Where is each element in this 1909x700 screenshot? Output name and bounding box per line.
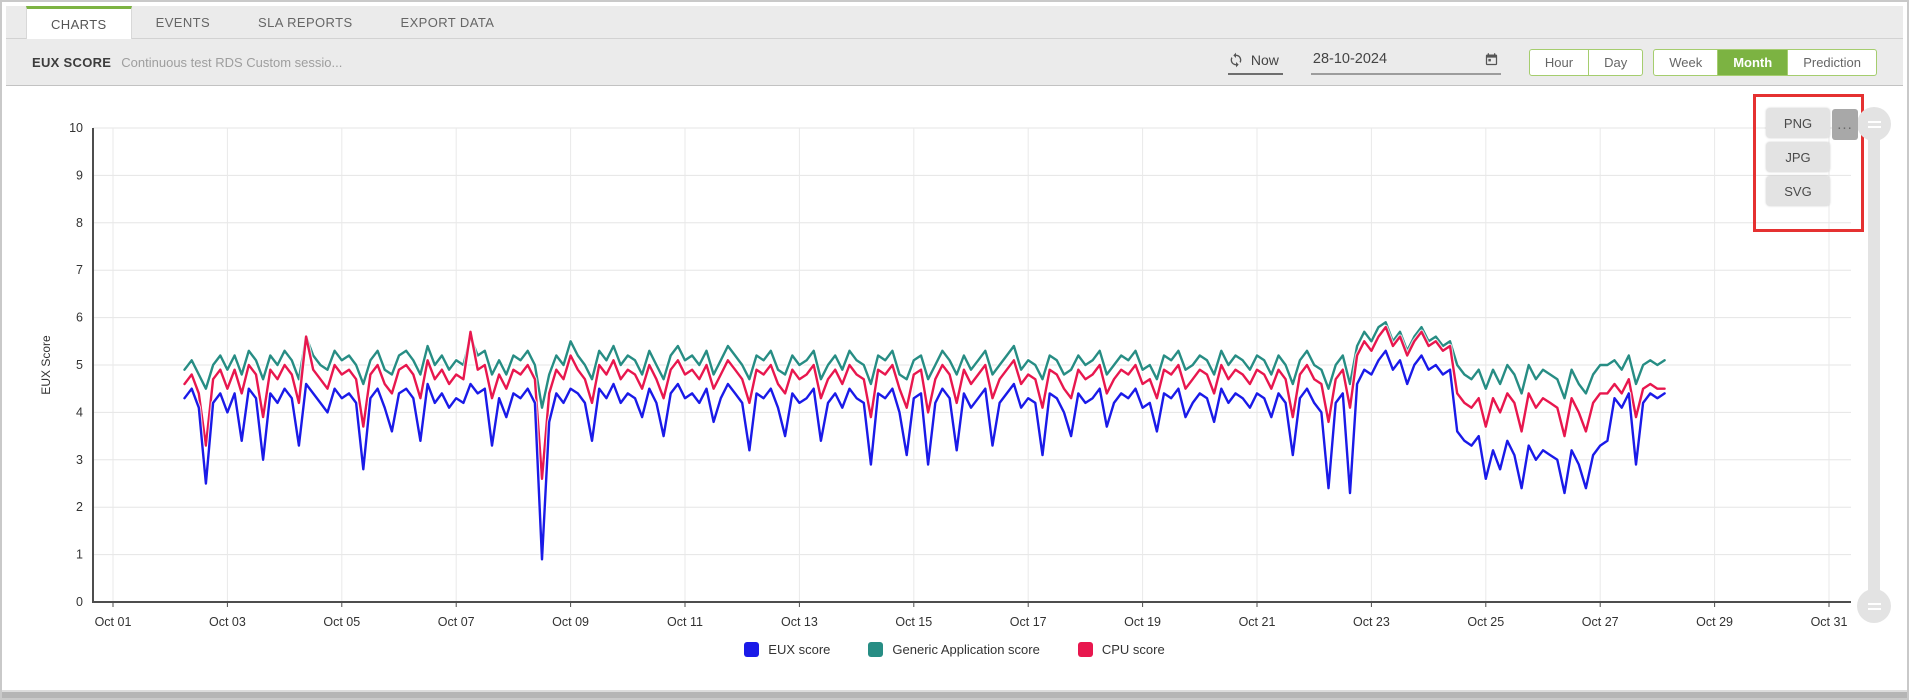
export-svg-button[interactable]: SVG: [1766, 176, 1830, 206]
x-tick-label: Oct 15: [895, 615, 932, 629]
refresh-now-button[interactable]: Now: [1228, 50, 1283, 75]
page-subtitle: Continuous test RDS Custom sessio...: [121, 55, 342, 70]
y-tick-label: 0: [76, 595, 83, 609]
legend-label: Generic Application score: [892, 642, 1039, 657]
y-tick-label: 8: [76, 216, 83, 230]
x-tick-label: Oct 29: [1696, 615, 1733, 629]
range-button-month[interactable]: Month: [1717, 50, 1787, 75]
y-tick-label: 9: [76, 168, 83, 182]
time-range-button-group: HourDay WeekMonthPrediction: [1529, 49, 1877, 76]
range-button-hour[interactable]: Hour: [1530, 50, 1588, 75]
chart-header: EUX SCORE Continuous test RDS Custom ses…: [6, 39, 1903, 86]
x-tick-label: Oct 25: [1467, 615, 1504, 629]
header-controls: Now 28-10-2024 HourDay WeekMonthPredictio…: [1228, 49, 1877, 76]
y-axis-title: EUX Score: [39, 335, 53, 395]
range-button-prediction[interactable]: Prediction: [1787, 50, 1876, 75]
app-window: CHARTSEVENTSSLA REPORTSEXPORT DATA EUX S…: [0, 0, 1909, 700]
x-tick-label: Oct 21: [1239, 615, 1276, 629]
y-tick-label: 1: [76, 548, 83, 562]
range-button-day[interactable]: Day: [1588, 50, 1642, 75]
x-tick-label: Oct 27: [1582, 615, 1619, 629]
export-jpg-button[interactable]: JPG: [1766, 142, 1830, 172]
chart-panel: 012345678910Oct 01Oct 03Oct 05Oct 07Oct …: [6, 86, 1903, 694]
y-tick-label: 2: [76, 500, 83, 514]
range-button-week[interactable]: Week: [1654, 50, 1717, 75]
x-tick-label: Oct 09: [552, 615, 589, 629]
date-input[interactable]: 28-10-2024: [1311, 49, 1501, 75]
legend-label: EUX score: [768, 642, 830, 657]
x-tick-label: Oct 13: [781, 615, 818, 629]
x-tick-label: Oct 03: [209, 615, 246, 629]
refresh-icon: [1228, 52, 1244, 68]
calendar-icon: [1484, 52, 1499, 67]
y-tick-label: 6: [76, 311, 83, 325]
legend-swatch: [744, 642, 759, 657]
x-tick-label: Oct 01: [95, 615, 132, 629]
chart-context-menu-button[interactable]: ...: [1832, 109, 1858, 140]
x-tick-label: Oct 19: [1124, 615, 1161, 629]
y-tick-label: 3: [76, 453, 83, 467]
chart-zoom-slider-track[interactable]: [1868, 118, 1880, 610]
range-group: HourDay: [1529, 49, 1643, 76]
content-wrapper: CHARTSEVENTSSLA REPORTSEXPORT DATA EUX S…: [6, 6, 1903, 694]
page-title: EUX SCORE: [32, 55, 111, 70]
tab-bar: CHARTSEVENTSSLA REPORTSEXPORT DATA: [6, 6, 1903, 39]
x-tick-label: Oct 07: [438, 615, 475, 629]
legend-item-1[interactable]: Generic Application score: [868, 642, 1039, 657]
chart-zoom-slider-handle-bottom[interactable]: [1857, 589, 1891, 623]
window-bottom-edge: [2, 690, 1907, 698]
legend-item-2[interactable]: CPU score: [1078, 642, 1165, 657]
tab-export-data[interactable]: EXPORT DATA: [377, 6, 519, 38]
export-menu: PNG JPG SVG: [1766, 108, 1830, 206]
x-axis-labels: Oct 01 Oct 03 Oct 05 Oct 07 Oct 09 Oct 11 Oct …: [95, 615, 1848, 629]
y-tick-label: 5: [76, 358, 83, 372]
y-tick-label: 10: [69, 121, 83, 135]
y-axis-labels: 0 1 2 3 4 5 6 7 8 9 10: [69, 121, 83, 609]
y-tick-label: 4: [76, 405, 83, 419]
legend-swatch: [1078, 642, 1093, 657]
chart-zoom-slider-handle-top[interactable]: [1857, 107, 1891, 141]
refresh-now-label: Now: [1251, 52, 1279, 68]
y-tick-label: 7: [76, 263, 83, 277]
legend-swatch: [868, 642, 883, 657]
range-group: WeekMonthPrediction: [1653, 49, 1877, 76]
x-tick-label: Oct 11: [667, 615, 703, 629]
x-tick-label: Oct 23: [1353, 615, 1390, 629]
tab-charts[interactable]: CHARTS: [26, 6, 132, 39]
x-tick-label: Oct 17: [1010, 615, 1047, 629]
x-tick-label: Oct 05: [323, 615, 360, 629]
legend-item-0[interactable]: EUX score: [744, 642, 830, 657]
chart-legend: EUX score Generic Application score CPU sc…: [6, 642, 1903, 657]
x-tick-label: Oct 31: [1811, 615, 1848, 629]
export-png-button[interactable]: PNG: [1766, 108, 1830, 138]
legend-label: CPU score: [1102, 642, 1165, 657]
tab-sla-reports[interactable]: SLA REPORTS: [234, 6, 376, 38]
date-value: 28-10-2024: [1313, 51, 1387, 67]
tab-events[interactable]: EVENTS: [132, 6, 234, 38]
